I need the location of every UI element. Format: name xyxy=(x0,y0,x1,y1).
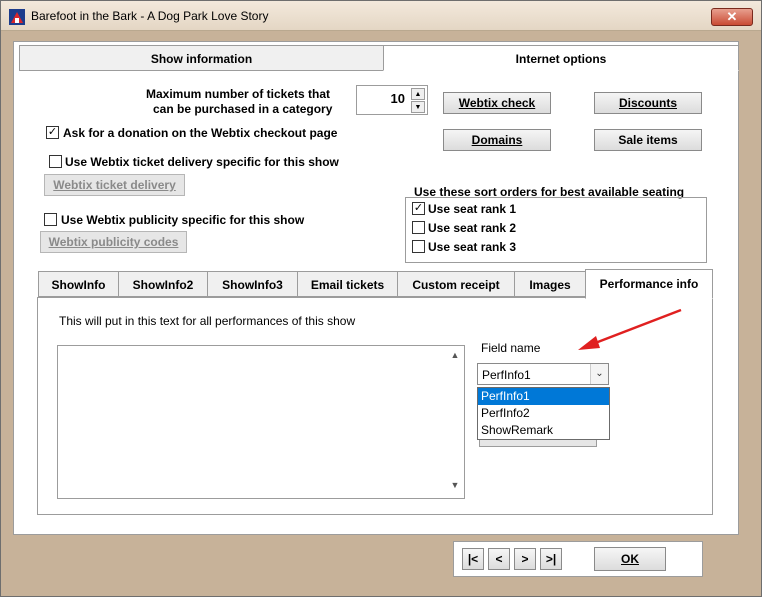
chevron-down-icon[interactable]: ⌄ xyxy=(590,364,608,384)
field-name-select[interactable]: PerfInfo1 ⌄ xyxy=(477,363,609,385)
domains-label: Domains xyxy=(471,133,523,147)
last-record-button[interactable]: >| xyxy=(540,548,562,570)
field-name-label: Field name xyxy=(481,341,541,355)
max-tickets-value: 10 xyxy=(390,91,405,106)
window-title: Barefoot in the Bark - A Dog Park Love S… xyxy=(31,9,269,23)
performance-description: This will put in this text for all perfo… xyxy=(59,314,356,328)
webtix-publicity-codes-label: Webtix publicity codes xyxy=(48,235,179,249)
ok-button[interactable]: OK xyxy=(594,547,666,571)
max-tickets-label-line2: can be purchased in a category xyxy=(153,102,333,116)
field-name-value: PerfInfo1 xyxy=(482,368,531,382)
next-record-button[interactable]: > xyxy=(514,548,536,570)
webtix-ticket-delivery-button[interactable]: Webtix ticket delivery xyxy=(44,174,185,196)
option-perfinfo2[interactable]: PerfInfo2 xyxy=(478,405,609,422)
app-window: Barefoot in the Bark - A Dog Park Love S… xyxy=(0,0,762,597)
performance-text-area[interactable]: ▲ ▼ xyxy=(57,345,465,499)
tab-performance-info[interactable]: Performance info xyxy=(585,269,713,299)
max-tickets-label-line1: Maximum number of tickets that xyxy=(146,87,331,101)
webtix-ticket-delivery-label: Webtix ticket delivery xyxy=(53,178,176,192)
publicity-label: Use Webtix publicity specific for this s… xyxy=(61,213,305,227)
record-navigation: |< < > >| OK xyxy=(453,541,703,577)
stepper-up-icon[interactable]: ▲ xyxy=(411,88,425,100)
field-name-dropdown: PerfInfo1 PerfInfo2 ShowRemark xyxy=(477,387,610,440)
tab-internet-options[interactable]: Internet options xyxy=(383,45,739,71)
tab-showinfo3[interactable]: ShowInfo3 xyxy=(207,271,298,297)
seat-rank-3-label: Use seat rank 3 xyxy=(428,240,517,254)
theatre-app-icon xyxy=(9,9,25,25)
annotation-arrow-icon xyxy=(578,308,682,350)
title-bar: Barefoot in the Bark - A Dog Park Love S… xyxy=(1,1,761,31)
tab-images[interactable]: Images xyxy=(514,271,586,297)
ok-label: OK xyxy=(621,552,639,566)
seat-rank-2-checkbox[interactable] xyxy=(412,221,425,234)
seat-rank-1-label: Use seat rank 1 xyxy=(428,202,517,216)
option-perfinfo1[interactable]: PerfInfo1 xyxy=(478,388,609,405)
seat-rank-3-checkbox[interactable] xyxy=(412,240,425,253)
option-showremark[interactable]: ShowRemark xyxy=(478,422,609,439)
domains-button[interactable]: Domains xyxy=(443,129,551,151)
max-tickets-stepper[interactable]: 10 ▲ ▼ xyxy=(356,85,428,115)
scroll-up-icon[interactable]: ▲ xyxy=(448,350,462,364)
tab-show-information[interactable]: Show information xyxy=(19,45,384,71)
ticket-delivery-checkbox[interactable] xyxy=(49,155,62,168)
sale-items-label: Sale items xyxy=(618,133,678,147)
tab-showinfo2[interactable]: ShowInfo2 xyxy=(118,271,208,297)
tab-custom-receipt[interactable]: Custom receipt xyxy=(397,271,515,297)
webtix-check-button[interactable]: Webtix check xyxy=(443,92,551,114)
donation-check-icon: ✓ xyxy=(47,126,58,138)
webtix-check-label: Webtix check xyxy=(458,96,536,110)
seat-rank-2-label: Use seat rank 2 xyxy=(428,221,517,235)
scroll-down-icon[interactable]: ▼ xyxy=(448,480,462,494)
tab-showinfo[interactable]: ShowInfo xyxy=(38,271,119,297)
close-button[interactable]: ✕ xyxy=(711,8,753,26)
ticket-delivery-label: Use Webtix ticket delivery specific for … xyxy=(65,155,339,169)
stepper-down-icon[interactable]: ▼ xyxy=(411,101,425,113)
publicity-checkbox[interactable] xyxy=(44,213,57,226)
seat-rank-1-check-icon: ✓ xyxy=(413,202,424,214)
discounts-label: Discounts xyxy=(618,96,677,110)
tab-email-tickets[interactable]: Email tickets xyxy=(297,271,398,297)
webtix-publicity-codes-button[interactable]: Webtix publicity codes xyxy=(40,231,187,253)
previous-record-button[interactable]: < xyxy=(488,548,510,570)
donation-label: Ask for a donation on the Webtix checkou… xyxy=(63,126,338,140)
sale-items-button[interactable]: Sale items xyxy=(594,129,702,151)
first-record-button[interactable]: |< xyxy=(462,548,484,570)
discounts-button[interactable]: Discounts xyxy=(594,92,702,114)
donation-checkbox[interactable]: ✓ xyxy=(46,126,59,139)
seat-rank-1-checkbox[interactable]: ✓ xyxy=(412,202,425,215)
